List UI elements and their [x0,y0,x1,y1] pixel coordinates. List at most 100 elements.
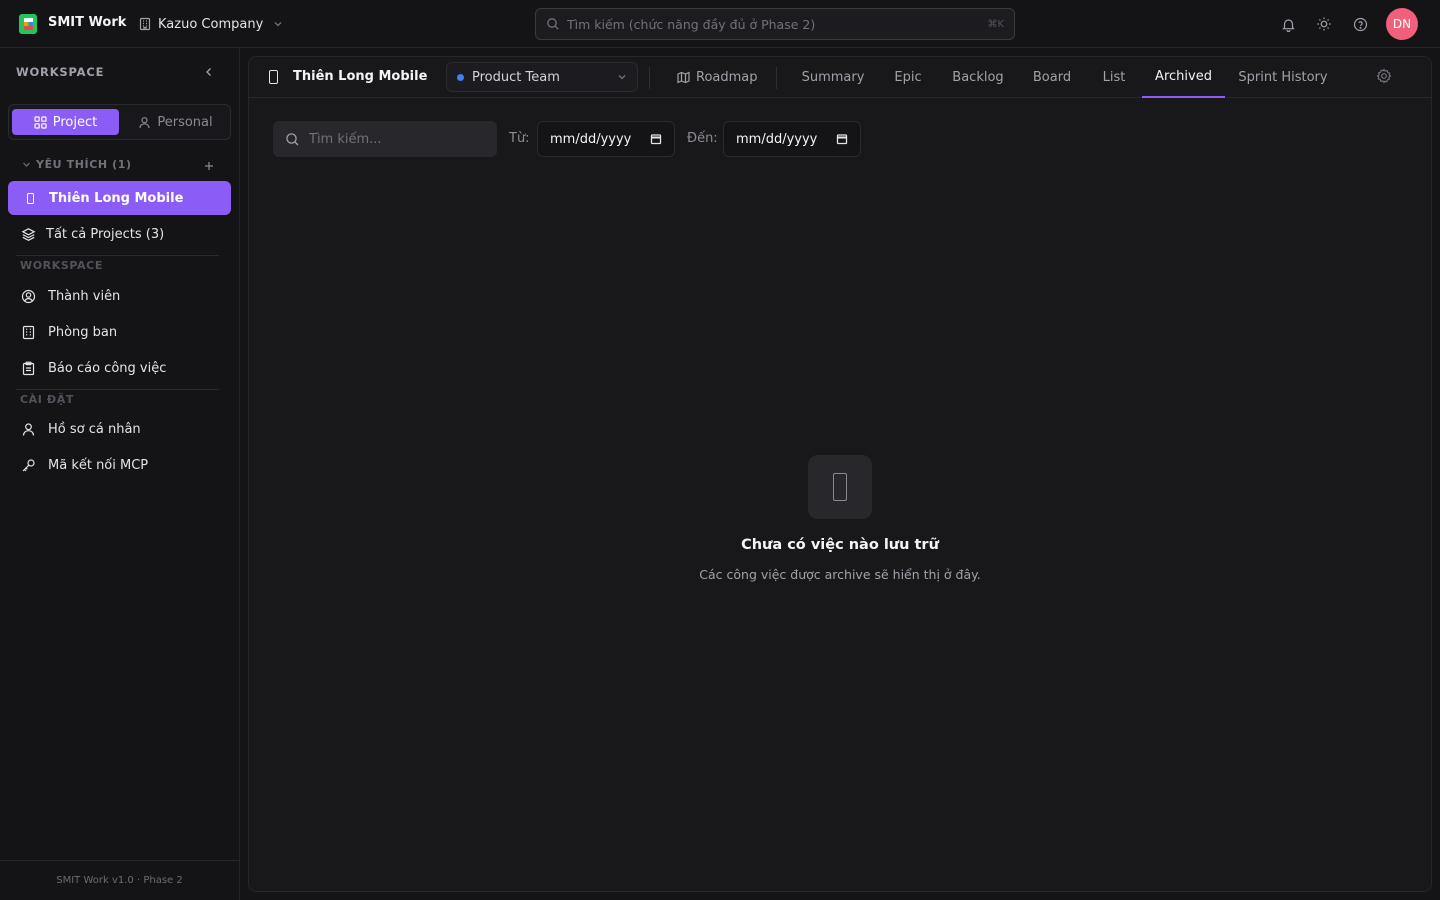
toggle-personal-label: Personal [157,114,213,130]
chevron-left-icon[interactable] [202,65,216,79]
company-name: Kazuo Company [158,16,264,32]
map-icon [677,71,690,84]
theme-toggle-button[interactable] [1314,14,1334,34]
tab-label: Sprint History [1238,70,1328,85]
sidebar-item-departments[interactable]: Phòng ban [8,315,231,349]
scope-toggle: Project Personal [8,104,231,140]
favorites-header[interactable]: YÊU THÍCH (1) [22,158,132,171]
key-icon [22,458,35,471]
layers-icon [21,227,36,241]
tab-label: Archived [1155,69,1212,84]
to-date-input[interactable]: mm/dd/yyyy [723,121,861,157]
sidebar-title: WORKSPACE [16,65,105,79]
grid-icon [34,115,47,129]
team-select[interactable]: Product Team [446,62,638,92]
tab-backlog[interactable]: Backlog [944,57,1012,98]
chevron-down-icon [274,22,282,27]
from-date-value: mm/dd/yyyy [550,131,632,147]
tab-label: Epic [894,70,922,85]
bell-icon [1281,18,1295,32]
tab-epic[interactable]: Epic [885,57,931,98]
app-name[interactable]: SMIT Work [48,15,126,30]
tab-board[interactable]: Board [1024,57,1080,98]
toggle-personal-button[interactable]: Personal [123,109,228,135]
team-color-dot [457,73,464,81]
help-circle-icon [1353,17,1367,31]
main-panel: Thiên Long Mobile Product Team Roadmap S… [248,56,1432,892]
empty-state-title: Chưa có việc nào lưu trữ [741,537,939,553]
sidebar-item-mcp-key[interactable]: Mã kết nối MCP [8,448,231,482]
tab-sprint-history[interactable]: Sprint History [1235,57,1331,98]
sidebar-item-work-reports[interactable]: Báo cáo công việc [8,351,231,385]
tab-list[interactable]: List [1092,57,1136,98]
tab-label: Backlog [952,70,1004,85]
tab-roadmap[interactable]: Roadmap [677,57,758,98]
company-switcher[interactable]: Kazuo Company [138,12,283,36]
add-favorite-icon[interactable] [203,160,215,172]
sidebar-footer: SMIT Work v1.0 · Phase 2 [0,860,239,900]
search-shortcut: ⌘K [987,18,1004,30]
sidebar-item-label: Thành viên [48,288,121,304]
toggle-project-label: Project [52,114,98,130]
chevron-down-icon [23,162,30,167]
sun-icon [1317,17,1331,31]
clipboard-icon [22,361,35,375]
sidebar-item-label: Tất cả Projects (3) [46,226,165,242]
archive-placeholder-icon [833,473,847,501]
tab-label: Roadmap [696,70,758,85]
chevron-down-icon [618,75,626,80]
search-icon [547,18,559,30]
project-title: Thiên Long Mobile [293,69,428,84]
sidebar: WORKSPACE Project Personal YÊU THÍCH (1)… [0,48,240,900]
toggle-project-button[interactable]: Project [12,109,119,135]
notifications-button[interactable] [1278,14,1298,34]
mobile-icon [269,70,278,84]
sidebar-item-label: Thiên Long Mobile [49,190,184,206]
top-bar: SMIT Work Kazuo Company Tìm kiếm (chức n… [0,0,1440,48]
to-label: Đến: [687,131,718,146]
help-button[interactable] [1350,14,1370,34]
archive-filters: Tìm kiếm... Từ: mm/dd/yyyy Đến: mm/dd/yy… [249,121,949,157]
user-icon [22,422,35,436]
search-icon [286,132,299,145]
user-avatar[interactable]: DN [1386,8,1418,40]
favorites-label: YÊU THÍCH (1) [36,158,132,171]
calendar-icon [650,134,662,145]
archive-search-input[interactable]: Tìm kiếm... [273,121,497,157]
sidebar-divider [16,255,219,256]
archive-search-placeholder: Tìm kiếm... [309,131,382,147]
empty-state-subtitle: Các công việc được archive sẽ hiển thị ở… [699,567,981,582]
calendar-icon [836,134,848,145]
sidebar-item-label: Mã kết nối MCP [48,457,149,473]
tab-label: Board [1032,70,1072,85]
sidebar-divider [16,389,219,390]
to-date-value: mm/dd/yyyy [736,131,818,147]
user-circle-icon [21,289,36,303]
tab-separator [649,67,650,89]
sidebar-item-thien-long-mobile[interactable]: Thiên Long Mobile [8,181,231,215]
gear-icon[interactable] [1376,68,1392,84]
building-icon [22,325,35,339]
tab-archived[interactable]: Archived [1142,57,1225,98]
team-select-value: Product Team [472,69,560,85]
sidebar-item-label: Phòng ban [48,324,118,340]
global-search-placeholder: Tìm kiếm (chức năng đầy đủ ở Phase 2) [567,16,816,32]
from-date-input[interactable]: mm/dd/yyyy [537,121,675,157]
sidebar-item-label: Báo cáo công việc [48,360,167,376]
sidebar-item-profile[interactable]: Hồ sơ cá nhân [8,412,231,446]
tab-label: Summary [801,70,865,85]
workspace-group-label: WORKSPACE [20,259,103,272]
user-icon [139,116,150,128]
tab-summary[interactable]: Summary [797,57,869,98]
empty-state: Chưa có việc nào lưu trữ Các công việc đ… [249,455,1431,582]
empty-state-icon-box [808,455,872,519]
sidebar-item-all-projects[interactable]: Tất cả Projects (3) [8,217,231,251]
global-search-input[interactable]: Tìm kiếm (chức năng đầy đủ ở Phase 2) ⌘K [535,8,1015,40]
sidebar-item-label: Hồ sơ cá nhân [48,421,141,437]
tab-label: List [1102,70,1126,85]
project-header: Thiên Long Mobile Product Team Roadmap S… [249,57,1431,98]
sidebar-item-members[interactable]: Thành viên [8,279,231,313]
from-label: Từ: [509,131,530,146]
smit-logo-icon[interactable] [19,14,37,34]
tab-separator [776,67,777,89]
